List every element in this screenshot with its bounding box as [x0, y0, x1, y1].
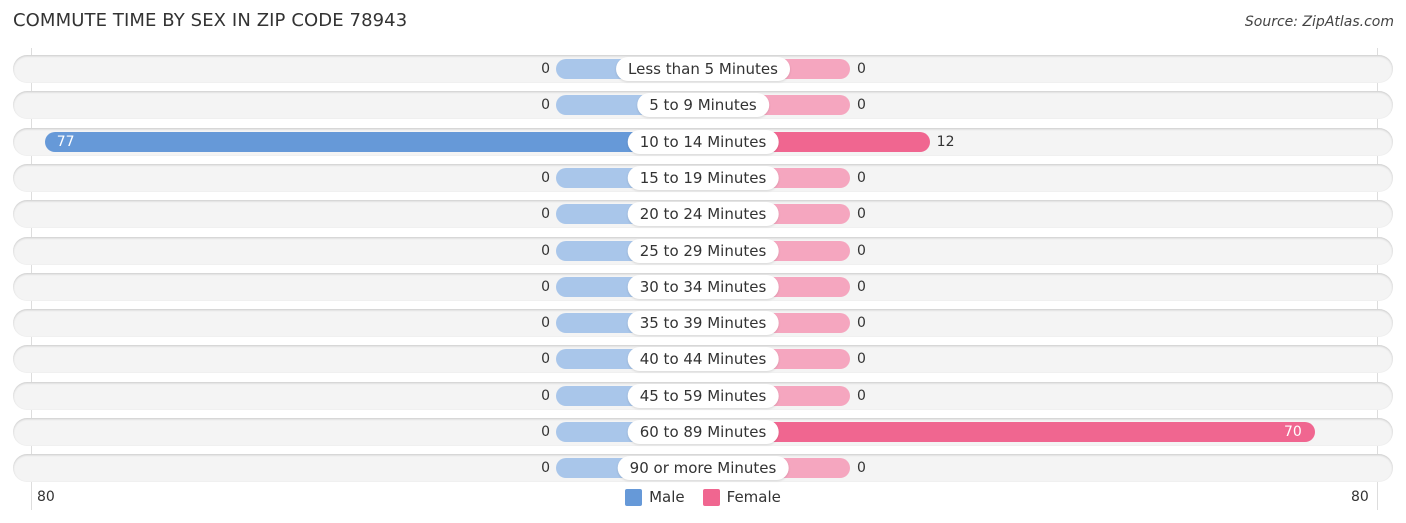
- value-label-male: 0: [541, 242, 550, 259]
- category-label: Less than 5 Minutes: [616, 57, 790, 81]
- value-label-female: 70: [1283, 424, 1302, 440]
- category-label: 45 to 59 Minutes: [627, 383, 779, 408]
- value-label-female: 0: [857, 351, 866, 368]
- value-label-female: 0: [857, 61, 866, 77]
- value-label-male: 0: [541, 206, 550, 223]
- value-label-male: 0: [541, 315, 550, 332]
- legend: Male Female: [0, 488, 1406, 506]
- legend-swatch-female: [702, 488, 720, 506]
- chart-source: Source: ZipAtlas.com: [1244, 14, 1394, 30]
- value-label-male: 0: [541, 169, 550, 186]
- legend-item-male[interactable]: Male: [625, 488, 685, 506]
- value-label-male: 0: [541, 278, 550, 295]
- chart-root: COMMUTE TIME BY SEX IN ZIP CODE 78943 So…: [0, 0, 1406, 523]
- value-label-male: 0: [541, 61, 550, 77]
- category-label: 5 to 9 Minutes: [637, 93, 769, 118]
- value-label-female: 0: [857, 97, 866, 114]
- value-label-female: 0: [857, 169, 866, 186]
- value-label-male: 0: [541, 460, 550, 477]
- category-label: 25 to 29 Minutes: [627, 238, 779, 263]
- category-label: 35 to 39 Minutes: [627, 311, 779, 336]
- value-label-male: 0: [541, 424, 550, 440]
- value-label-female: 0: [857, 278, 866, 295]
- category-label: 10 to 14 Minutes: [627, 129, 779, 154]
- bar-female[interactable]: [703, 422, 1315, 442]
- category-label: 60 to 89 Minutes: [627, 420, 779, 444]
- legend-swatch-male: [625, 488, 643, 506]
- category-label: 15 to 19 Minutes: [627, 165, 779, 190]
- value-label-male: 0: [541, 351, 550, 368]
- legend-label-male: Male: [649, 488, 685, 506]
- legend-label-female: Female: [726, 488, 781, 506]
- legend-item-female[interactable]: Female: [702, 488, 781, 506]
- value-label-male: 0: [541, 97, 550, 114]
- value-label-female: 12: [936, 133, 955, 150]
- value-label-female: 0: [857, 387, 866, 404]
- chart-title: COMMUTE TIME BY SEX IN ZIP CODE 78943: [13, 10, 408, 31]
- value-label-male: 77: [56, 133, 75, 150]
- category-label: 40 to 44 Minutes: [627, 347, 779, 372]
- bar-male[interactable]: [44, 131, 703, 152]
- category-label: 20 to 24 Minutes: [627, 202, 779, 227]
- value-label-male: 0: [541, 387, 550, 404]
- category-label: 90 or more Minutes: [617, 456, 789, 481]
- value-label-female: 0: [857, 206, 866, 223]
- category-label: 30 to 34 Minutes: [627, 274, 779, 299]
- value-label-female: 0: [857, 460, 866, 477]
- value-label-female: 0: [857, 242, 866, 259]
- value-label-female: 0: [857, 315, 866, 332]
